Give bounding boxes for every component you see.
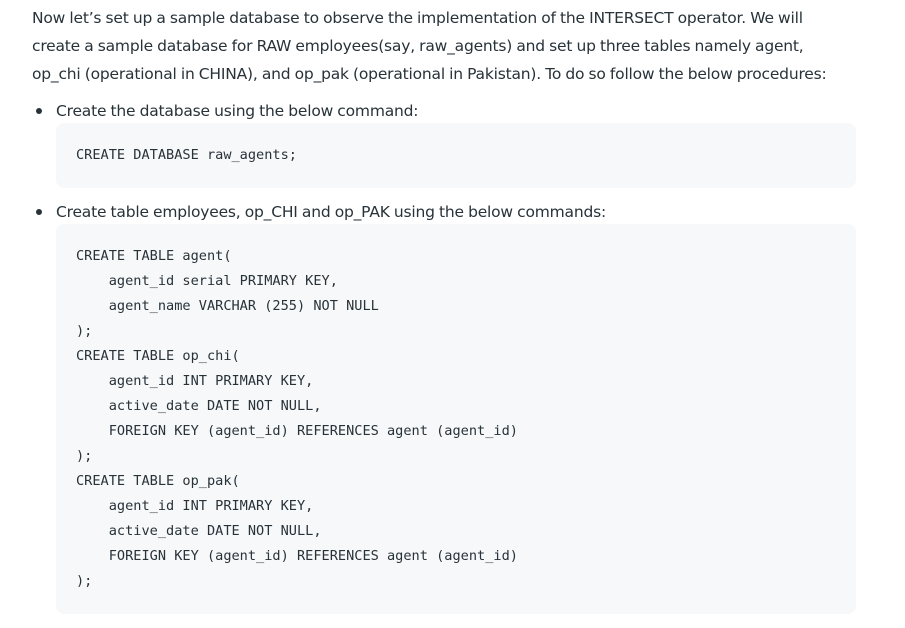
intro-line: op_chi (operational in CHINA), and op_pa… — [32, 65, 827, 83]
code-line: agent_name VARCHAR (255) NOT NULL — [76, 298, 379, 314]
code-line: ); — [76, 323, 93, 339]
intro-line: Now let’s set up a sample database to ob… — [32, 9, 803, 27]
bullet-dot-icon — [36, 108, 42, 114]
code-line: CREATE TABLE op_chi( — [76, 348, 240, 364]
code-line: active_date DATE NOT NULL, — [76, 523, 322, 539]
code-line: active_date DATE NOT NULL, — [76, 398, 322, 414]
code-line: CREATE TABLE agent( — [76, 248, 232, 264]
code-line: agent_id INT PRIMARY KEY, — [76, 373, 314, 389]
code-line: FOREIGN KEY (agent_id) REFERENCES agent … — [76, 548, 518, 564]
code-block-create-tables: CREATE TABLE agent( agent_id serial PRIM… — [56, 224, 856, 614]
code-line: CREATE TABLE op_pak( — [76, 473, 240, 489]
step-text: Create the database using the below comm… — [56, 102, 419, 120]
code-line: ); — [76, 448, 93, 464]
code-line: agent_id serial PRIMARY KEY, — [76, 273, 338, 289]
intro-paragraph: Now let’s set up a sample database to ob… — [32, 4, 892, 88]
code-line: FOREIGN KEY (agent_id) REFERENCES agent … — [76, 423, 518, 439]
code-line: agent_id INT PRIMARY KEY, — [76, 498, 314, 514]
intro-line: create a sample database for RAW employe… — [32, 37, 804, 55]
code-block-create-database: CREATE DATABASE raw_agents; — [56, 123, 856, 188]
bullet-dot-icon — [36, 209, 42, 215]
step-text: Create table employees, op_CHI and op_PA… — [56, 203, 606, 221]
code-line: ); — [76, 573, 93, 589]
code-line: CREATE DATABASE raw_agents; — [76, 147, 297, 163]
